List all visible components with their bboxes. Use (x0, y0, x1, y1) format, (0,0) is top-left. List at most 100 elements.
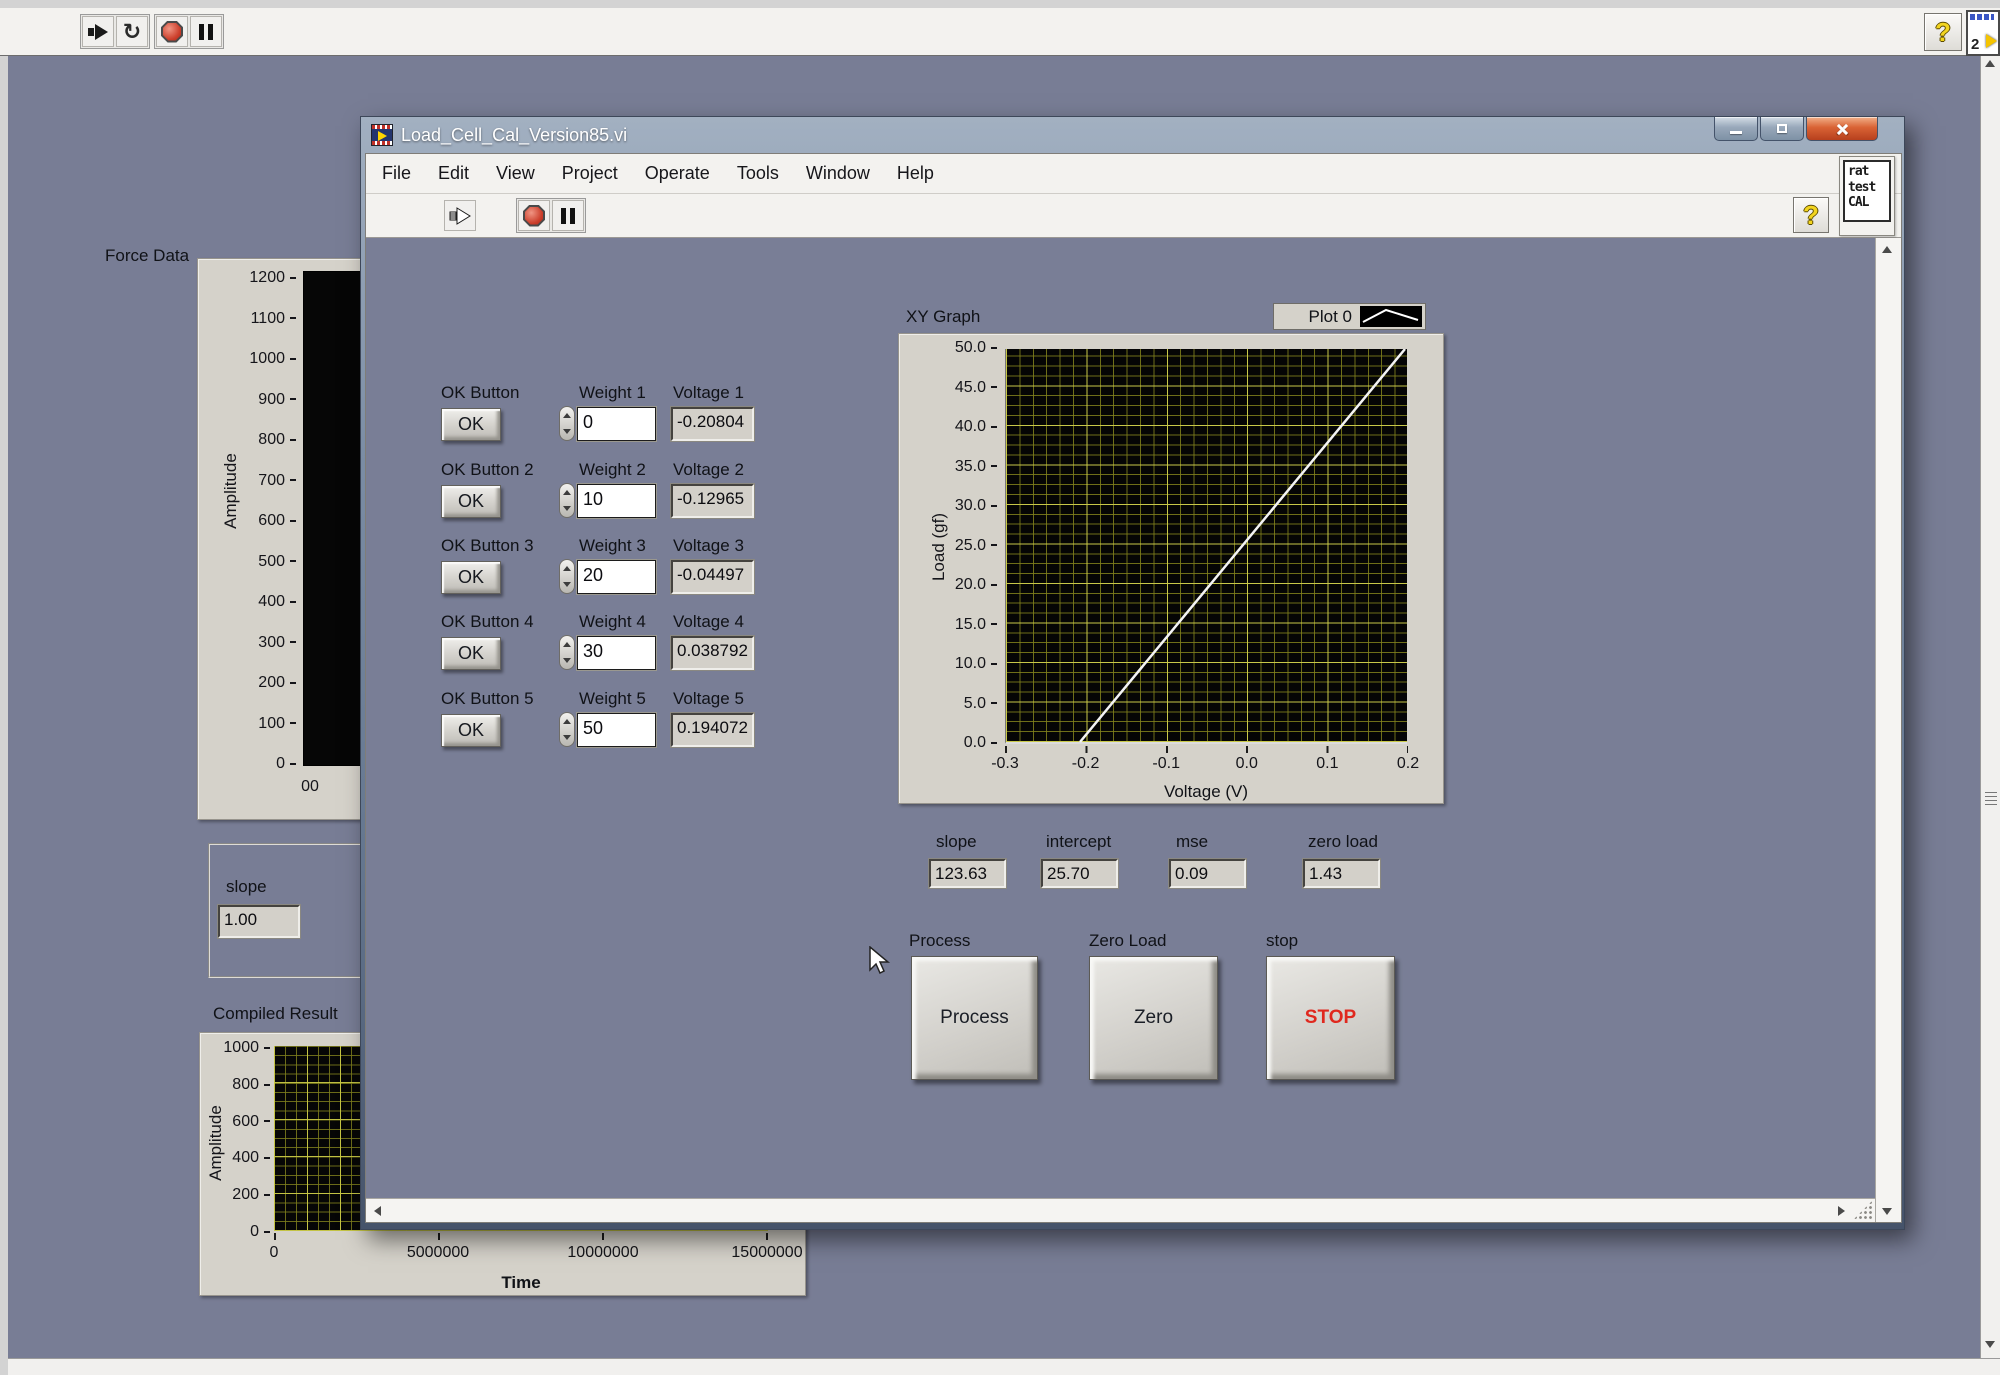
scroll-down-icon[interactable] (1876, 1200, 1898, 1222)
minimize-button[interactable] (1714, 117, 1758, 141)
stop-button[interactable]: STOP (1266, 956, 1395, 1080)
compiled-x-label: Time (441, 1273, 601, 1293)
increment-icon[interactable] (563, 642, 571, 647)
ok-button-2[interactable]: OK (441, 485, 501, 518)
force-data-graph: 1200 1100 1000 900 800 700 600 500 400 3… (197, 258, 367, 820)
increment-icon[interactable] (563, 413, 571, 418)
force-y-label: Amplitude (221, 431, 241, 551)
menu-help[interactable]: Help (897, 163, 934, 184)
mouse-cursor (869, 946, 891, 981)
vi-icon-button[interactable]: 2 (1966, 10, 2000, 56)
weight-spinner-4[interactable] (559, 635, 575, 670)
weight-spinner-5[interactable] (559, 712, 575, 747)
pause-button[interactable] (552, 200, 584, 231)
scroll-up-icon[interactable] (1876, 238, 1898, 260)
scroll-up-icon[interactable] (1985, 60, 1995, 67)
mse-label: mse (1176, 832, 1208, 852)
run-continuous-icon: ↻ (123, 21, 141, 43)
zero-button[interactable]: Zero (1089, 956, 1218, 1080)
slope-label: slope (936, 832, 977, 852)
ytick: 600 (232, 1114, 270, 1130)
ok-button-5[interactable]: OK (441, 714, 501, 747)
vi-icon-panel[interactable]: rat test CAL (1839, 156, 1895, 236)
menu-tools[interactable]: Tools (737, 163, 779, 184)
slope-value: 123.63 (929, 859, 1006, 888)
ytick: 40.0 (955, 419, 997, 435)
force-plot-area (303, 271, 368, 766)
scrollbar-grip[interactable] (1985, 792, 1997, 805)
increment-icon[interactable] (563, 566, 571, 571)
scroll-down-icon[interactable] (1985, 1341, 1995, 1348)
process-caption: Process (909, 931, 970, 951)
icon-line: rat (1848, 164, 1889, 180)
xtick: 0 (270, 1245, 279, 1261)
ytick: 1000 (249, 351, 296, 367)
zero-load-label: zero load (1308, 832, 1378, 852)
menu-file[interactable]: File (382, 163, 411, 184)
xtick: 5000000 (407, 1245, 469, 1261)
weight-spinner-3[interactable] (559, 559, 575, 594)
ok-caption-1: OK Button (441, 383, 519, 403)
minimize-icon (1730, 131, 1742, 134)
decrement-icon[interactable] (563, 429, 571, 434)
menubar: File Edit View Project Operate Tools Win… (366, 154, 1901, 194)
mse-value: 0.09 (1169, 859, 1246, 888)
ytick: 400 (232, 1150, 270, 1166)
weight-input-3[interactable]: 20 (577, 560, 656, 594)
stop-caption: stop (1266, 931, 1298, 951)
voltage-label-1: Voltage 1 (673, 383, 744, 403)
run-button[interactable] (82, 16, 114, 47)
vi-file-icon (371, 124, 393, 146)
xtick: 0.1 (1297, 756, 1357, 772)
increment-icon[interactable] (563, 490, 571, 495)
panel-horizontal-scrollbar[interactable] (366, 1198, 1875, 1222)
titlebar[interactable]: Load_Cell_Cal_Version85.vi (361, 117, 1904, 153)
xtick: 0.0 (1217, 756, 1277, 772)
menu-operate[interactable]: Operate (645, 163, 710, 184)
run-button[interactable] (444, 200, 476, 231)
menu-edit[interactable]: Edit (438, 163, 469, 184)
maximize-button[interactable] (1760, 117, 1804, 141)
ok-button-3[interactable]: OK (441, 561, 501, 594)
abort-button[interactable] (518, 200, 550, 231)
vi-toolbar: ? (366, 194, 1901, 238)
decrement-icon[interactable] (563, 735, 571, 740)
bg-slope-label: slope (226, 877, 267, 897)
weight-input-5[interactable]: 50 (577, 713, 656, 747)
background-horizontal-scrollbar[interactable] (8, 1358, 2000, 1375)
menu-window[interactable]: Window (806, 163, 870, 184)
decrement-icon[interactable] (563, 582, 571, 587)
increment-icon[interactable] (563, 719, 571, 724)
pause-button[interactable] (190, 16, 222, 47)
force-x-tick: 00 (293, 779, 327, 795)
decrement-icon[interactable] (563, 658, 571, 663)
context-help-button[interactable]: ? (1924, 13, 1962, 51)
ok-button-4[interactable]: OK (441, 637, 501, 670)
menu-view[interactable]: View (496, 163, 535, 184)
run-button-group: ↻ (80, 14, 150, 49)
voltage-value-2: -0.12965 (671, 484, 754, 518)
plot-legend[interactable]: Plot 0 (1273, 303, 1426, 330)
panel-vertical-scrollbar[interactable] (1875, 238, 1901, 1222)
weight-input-1[interactable]: 0 (577, 407, 656, 441)
context-help-button[interactable]: ? (1793, 197, 1829, 233)
abort-button[interactable] (156, 16, 188, 47)
close-button[interactable] (1806, 117, 1878, 141)
decrement-icon[interactable] (563, 506, 571, 511)
menu-project[interactable]: Project (562, 163, 618, 184)
weight-spinner-1[interactable] (559, 406, 575, 441)
process-button[interactable]: Process (911, 956, 1038, 1080)
weight-spinner-2[interactable] (559, 483, 575, 518)
voltage-label-2: Voltage 2 (673, 460, 744, 480)
main-toolbar: ↻ ? 2 (0, 8, 2000, 56)
background-vertical-scrollbar[interactable] (1980, 56, 2000, 1358)
ytick: 800 (232, 1077, 270, 1093)
ok-button-1[interactable]: OK (441, 408, 501, 441)
weight-input-2[interactable]: 10 (577, 484, 656, 518)
weight-input-4[interactable]: 30 (577, 636, 656, 670)
icon-stripes (1970, 14, 1994, 20)
xy-y-label: Load (gf) (929, 487, 949, 607)
run-continuous-button[interactable]: ↻ (116, 16, 148, 47)
scroll-right-icon[interactable] (1830, 1200, 1852, 1222)
scroll-left-icon[interactable] (366, 1200, 388, 1222)
